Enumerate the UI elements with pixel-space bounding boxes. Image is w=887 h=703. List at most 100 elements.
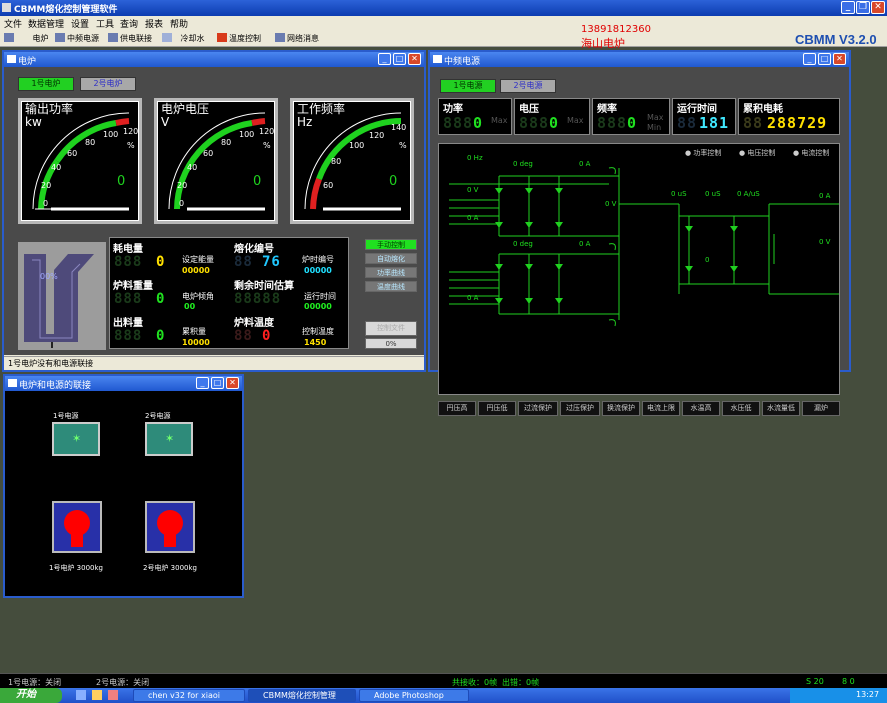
- close-button[interactable]: ✕: [408, 53, 421, 65]
- power1-unit[interactable]: ✶: [52, 422, 100, 456]
- minimize-button[interactable]: _: [378, 53, 391, 65]
- taskbar-item[interactable]: CBMM熔化控制管理: [248, 689, 356, 702]
- readout-label: 运行时间: [677, 104, 717, 115]
- minimize-button[interactable]: _: [841, 1, 855, 14]
- toolbar-power-button[interactable]: 中频电源: [55, 33, 99, 44]
- protect-button[interactable]: 漏炉: [802, 401, 840, 416]
- readout-value: 0: [473, 114, 484, 132]
- quicklaunch-icon[interactable]: [92, 690, 102, 700]
- readout-label: 累积电耗: [743, 104, 783, 115]
- status-indicator: S 20: [806, 677, 824, 686]
- readout-value: 0: [627, 114, 638, 132]
- tick: 60: [67, 149, 78, 158]
- menu-report[interactable]: 报表: [145, 17, 163, 30]
- protect-button[interactable]: 水压低: [722, 401, 760, 416]
- tick: 0: [179, 199, 185, 208]
- readout-energy: 累积电耗 88 288729: [738, 98, 840, 135]
- zero-label: 0: [705, 256, 710, 264]
- metric-sub-value: 00000: [304, 302, 332, 311]
- progress-indicator: 0%: [365, 338, 417, 349]
- work-frequency-gauge: 工作频率 Hz 60 80 100 120 140 % 0: [290, 98, 414, 224]
- furnace-status-text: 1号电炉没有和电源联接: [8, 359, 94, 368]
- metric-label: 熔化编号: [234, 244, 274, 255]
- menu-help[interactable]: 帮助: [170, 17, 188, 30]
- percent-sign: %: [399, 141, 407, 150]
- crucible-level: 00%: [40, 272, 58, 281]
- readout-value: 181: [699, 114, 730, 132]
- quicklaunch-icon[interactable]: [76, 690, 86, 700]
- metric-sub-label: 累积量: [182, 327, 206, 336]
- protect-button[interactable]: 电流上限: [642, 401, 680, 416]
- protect-button[interactable]: 水温高: [682, 401, 720, 416]
- protect-button[interactable]: 円压高: [438, 401, 476, 416]
- power-symbol-icon: ✶: [165, 432, 175, 445]
- tab-furnace-2[interactable]: 2号电炉: [80, 77, 136, 91]
- toolbar-network-button[interactable]: 网络消息: [275, 33, 319, 44]
- current-label: 0 A: [467, 294, 479, 302]
- protect-button[interactable]: 换流保护: [602, 401, 640, 416]
- minimize-button[interactable]: _: [196, 377, 209, 389]
- tick: 60: [203, 149, 214, 158]
- toolbar-label: 电炉: [32, 34, 49, 43]
- close-button[interactable]: ✕: [871, 1, 885, 14]
- protect-button[interactable]: 円压低: [478, 401, 516, 416]
- tab-furnace-1[interactable]: 1号电炉: [18, 77, 74, 91]
- control-file-button[interactable]: 控制文件: [365, 321, 417, 336]
- metric-value: 0: [156, 291, 166, 307]
- protect-button[interactable]: 水流量低: [762, 401, 800, 416]
- toolbar-link-button[interactable]: 供电联接: [108, 33, 152, 44]
- start-button[interactable]: 开始: [0, 688, 62, 703]
- toolbar-temp-button[interactable]: 温度控制: [217, 33, 261, 44]
- menu-file[interactable]: 文件: [4, 17, 22, 30]
- toolbar-furnace-button[interactable]: 电炉: [4, 33, 49, 44]
- manual-control-button[interactable]: 手动控制: [365, 239, 417, 250]
- toolbar-water-button[interactable]: 冷却水: [162, 33, 205, 44]
- auto-melt-button[interactable]: 自动熔化: [365, 253, 417, 264]
- minimize-button[interactable]: _: [803, 53, 816, 65]
- time-label: 0 uS: [705, 190, 721, 198]
- menu-query[interactable]: 查询: [120, 17, 138, 30]
- percent-sign: %: [263, 141, 271, 150]
- tab-power-2[interactable]: 2号电源: [500, 79, 556, 93]
- readout-ghost: 888: [597, 114, 628, 132]
- menu-data[interactable]: 数据管理: [28, 17, 64, 30]
- power2-status: 2号电源：关闭: [96, 678, 150, 687]
- percent-sign: %: [127, 141, 135, 150]
- furnace-window-title-bar: 电炉 _ □ ✕: [4, 52, 424, 67]
- maximize-button[interactable]: □: [211, 377, 224, 389]
- quicklaunch-icon[interactable]: [108, 690, 118, 700]
- gauge-value: 0: [117, 174, 126, 189]
- close-button[interactable]: ✕: [833, 53, 846, 65]
- protect-button[interactable]: 过压保护: [560, 401, 600, 416]
- metric-sub-label: 控制温度: [302, 327, 334, 336]
- temp-curve-button[interactable]: 温度曲线: [365, 281, 417, 292]
- close-button[interactable]: ✕: [226, 377, 239, 389]
- tick: 100: [239, 130, 255, 139]
- readout-ghost: 88: [743, 114, 764, 132]
- taskbar-item[interactable]: chen v32 for xiaoi: [133, 689, 245, 702]
- furnace1-label: 1号电炉 3000kg: [49, 564, 103, 572]
- metric-label: 炉料重量: [113, 281, 153, 292]
- restore-button[interactable]: ❐: [856, 1, 870, 14]
- toolbar-label: 网络消息: [287, 34, 319, 43]
- window-icon: [7, 55, 16, 63]
- protect-button[interactable]: 过流保护: [518, 401, 558, 416]
- metric-value: 0: [156, 328, 166, 344]
- maximize-button[interactable]: □: [818, 53, 831, 65]
- furnace-icon: [64, 510, 90, 547]
- tab-power-1[interactable]: 1号电源: [440, 79, 496, 93]
- power-curve-button[interactable]: 功率曲线: [365, 267, 417, 278]
- furnace1-unit[interactable]: [52, 501, 102, 553]
- metric-sub-value: 00: [184, 302, 196, 311]
- power2-unit[interactable]: ✶: [145, 422, 193, 456]
- maximize-button[interactable]: □: [393, 53, 406, 65]
- metric-digits-ghost: 888: [114, 254, 143, 270]
- furnace-icon: [4, 33, 14, 42]
- power1-status: 1号电源：关闭: [8, 678, 62, 687]
- tick: 20: [177, 181, 188, 190]
- taskbar-item[interactable]: Adobe Photoshop: [359, 689, 469, 702]
- menu-tools[interactable]: 工具: [96, 17, 114, 30]
- metric-value: 0: [156, 254, 166, 270]
- furnace2-unit[interactable]: [145, 501, 195, 553]
- menu-settings[interactable]: 设置: [71, 17, 89, 30]
